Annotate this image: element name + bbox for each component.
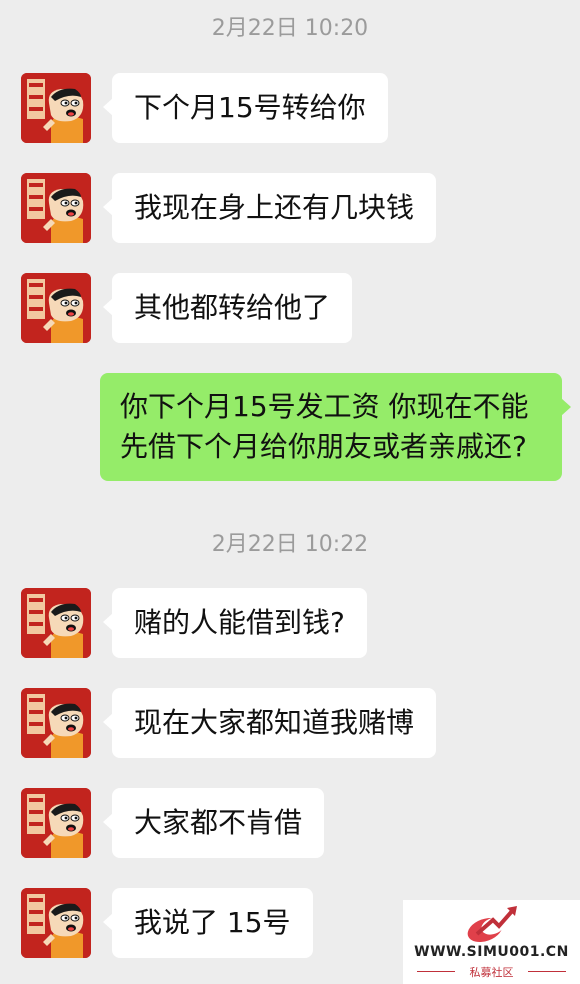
watermark-logo-icon: [467, 906, 517, 943]
divider: [528, 971, 566, 972]
message-bubble[interactable]: 大家都不肯借: [102, 788, 325, 858]
timestamp: 2月22日 10:20: [211, 16, 369, 41]
cartoon-boy-avatar-icon[interactable]: [21, 788, 91, 858]
cartoon-boy-avatar-icon[interactable]: [21, 273, 91, 343]
message-bubble-self[interactable]: 你下个月15号发工资 你现在不能 先借下个月给你朋友或者亲戚还?: [100, 373, 571, 481]
watermark-url: WWW.SIMU001.CN: [414, 944, 569, 960]
cartoon-boy-avatar-icon[interactable]: [21, 688, 91, 758]
message-line: 先借下个月给你朋友或者亲戚还?: [120, 430, 527, 463]
watermark-subtitle: 私募社区: [469, 966, 514, 979]
message-bubble[interactable]: 其他都转给他了: [102, 273, 353, 343]
message-line: 你下个月15号发工资 你现在不能: [120, 390, 529, 423]
message-bubble[interactable]: 我说了 15号: [103, 888, 313, 958]
watermark: WWW.SIMU001.CN 私募社区: [403, 900, 580, 984]
message-bubble[interactable]: 现在大家都知道我赌博: [102, 688, 437, 758]
message-bubble[interactable]: 赌的人能借到钱?: [103, 588, 367, 658]
cartoon-boy-avatar-icon[interactable]: [21, 888, 91, 958]
cartoon-boy-avatar-icon[interactable]: [21, 173, 91, 243]
message-bubble[interactable]: 我现在身上还有几块钱: [102, 173, 437, 243]
cartoon-boy-avatar-icon[interactable]: [21, 588, 91, 658]
timestamp: 2月22日 10:22: [211, 532, 369, 557]
cartoon-boy-avatar-icon[interactable]: [21, 73, 91, 143]
message-bubble[interactable]: 下个月15号转给你: [103, 73, 388, 143]
